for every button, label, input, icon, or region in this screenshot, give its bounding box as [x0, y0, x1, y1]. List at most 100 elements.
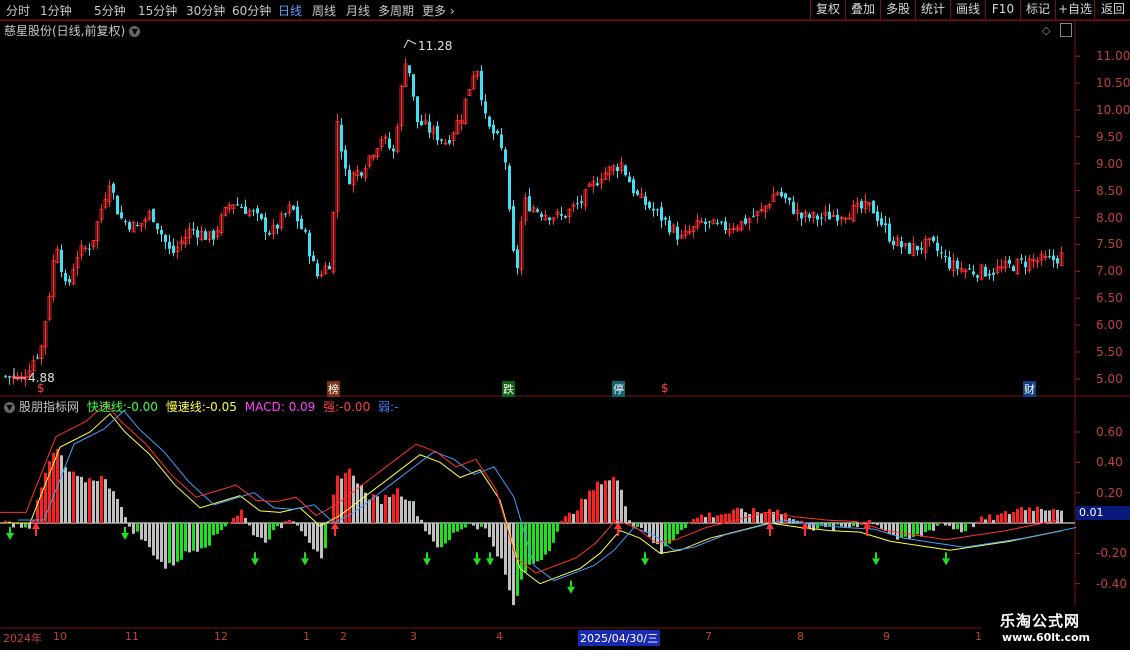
settings-chevron-icon[interactable]: ▼	[4, 402, 15, 413]
macd-bar	[292, 521, 295, 523]
candle-body	[448, 140, 451, 144]
candle-body	[644, 196, 647, 205]
candle-body	[196, 230, 199, 238]
candle-body	[328, 265, 331, 270]
panel-toggle-icon[interactable]	[1060, 23, 1072, 37]
candle-body	[940, 252, 943, 254]
candle-body	[504, 149, 507, 163]
candle-body	[440, 139, 443, 141]
macd-bar	[420, 519, 423, 523]
macd-bar	[448, 523, 451, 541]
macd-bar	[764, 512, 767, 523]
macd-bar	[760, 513, 763, 523]
macd-bar	[236, 515, 239, 523]
macd-bar	[396, 488, 399, 523]
candle-body	[880, 218, 883, 225]
macd-bar	[596, 481, 599, 523]
macd-bar	[628, 520, 631, 523]
candle-body	[4, 375, 7, 377]
slow-line-label: 慢速线:	[165, 400, 206, 414]
chevron-down-icon[interactable]: ▼	[129, 26, 141, 37]
candle-body	[252, 210, 255, 212]
macd-bar	[644, 523, 647, 532]
macd-bar	[24, 523, 27, 528]
candle-body	[304, 229, 307, 232]
candle-body	[976, 275, 979, 278]
macd-bar	[1044, 510, 1047, 523]
macd-bar	[648, 523, 651, 537]
diamond-icon[interactable]: ◇	[1042, 24, 1050, 37]
candle-body	[972, 271, 975, 275]
slow-line-value: -0.05	[205, 400, 237, 414]
macd-bar	[264, 523, 267, 543]
candle-body	[660, 207, 663, 221]
macd-bar	[580, 498, 583, 523]
macd-bar	[184, 523, 187, 552]
macd-bar	[908, 523, 911, 539]
macd-bar	[84, 482, 87, 523]
candle-body	[124, 221, 127, 223]
macd-bar	[276, 523, 279, 527]
kline-chart[interactable]	[0, 0, 1130, 650]
date-label: 7	[705, 630, 712, 643]
candle-body	[316, 263, 319, 277]
macd-bar	[964, 523, 967, 532]
macd-bar	[1000, 513, 1003, 523]
candle-body	[168, 241, 171, 249]
macd-bar	[684, 523, 687, 529]
candle-body	[936, 242, 939, 251]
price-tick-label: 7.00	[1096, 264, 1123, 279]
finance-marker[interactable]: 财	[1023, 381, 1036, 397]
signal-down-icon	[942, 558, 950, 566]
macd-bar	[376, 496, 379, 523]
macd-bar	[116, 498, 119, 523]
macd-bar	[852, 523, 855, 527]
candle-body	[988, 274, 991, 276]
strong-value: -0.00	[339, 400, 371, 414]
macd-bar	[460, 523, 463, 530]
candle-body	[968, 268, 971, 270]
macd-bar	[188, 523, 191, 553]
candle-body	[900, 241, 903, 248]
macd-bar	[452, 523, 455, 533]
candle-body	[348, 169, 351, 185]
candle-body	[112, 183, 115, 193]
suspend-marker[interactable]: 停	[612, 381, 625, 397]
macd-bar	[312, 523, 315, 550]
macd-bar	[740, 508, 743, 523]
candle-body	[412, 74, 415, 97]
candle-body	[596, 183, 599, 186]
drop-marker[interactable]: 跌	[502, 381, 515, 397]
candle-body	[484, 101, 487, 114]
macd-bar	[300, 523, 303, 532]
macd-bar	[444, 523, 447, 544]
candle-body	[300, 218, 303, 229]
candle-body	[704, 221, 707, 225]
candle-body	[204, 231, 207, 240]
macd-bar	[388, 497, 391, 523]
price-tick-label: 5.50	[1096, 344, 1123, 359]
weak-legend: 弱:-	[378, 400, 398, 414]
candle-body	[888, 223, 891, 242]
macd-bar	[404, 499, 407, 523]
macd-bar	[720, 514, 723, 523]
macd-bar	[984, 519, 987, 523]
candle-body	[716, 222, 719, 224]
candle-body	[808, 214, 811, 219]
candle-body	[312, 255, 315, 262]
signal-down-icon	[486, 558, 494, 566]
indicator-name[interactable]: 股朋指标网	[19, 400, 79, 414]
macd-bar	[208, 523, 211, 546]
dividend-marker-2[interactable]: $	[661, 381, 669, 395]
candle-body	[916, 245, 919, 251]
date-label: 12	[214, 630, 228, 643]
ranking-marker[interactable]: 榜	[327, 381, 340, 397]
macd-bar	[80, 476, 83, 523]
macd-bar	[576, 510, 579, 523]
macd-bar	[1004, 511, 1007, 523]
macd-bar	[816, 523, 819, 529]
candle-body	[892, 240, 895, 246]
candle-body	[992, 272, 995, 275]
candle-body	[256, 208, 259, 214]
macd-bar	[232, 517, 235, 523]
